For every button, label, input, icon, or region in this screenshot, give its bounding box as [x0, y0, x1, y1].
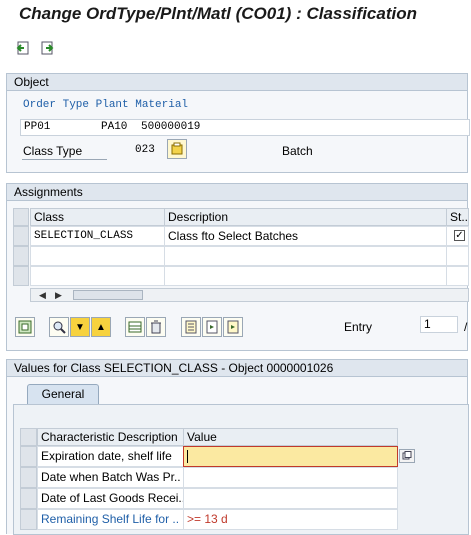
- application-toolbar: [0, 30, 471, 66]
- class-type-description: Batch: [282, 144, 313, 158]
- row-selector[interactable]: [13, 226, 29, 246]
- table-row-description-cell[interactable]: [164, 246, 447, 266]
- next-icon[interactable]: [223, 317, 243, 337]
- find-icon[interactable]: [49, 317, 69, 337]
- table-row-status-cell[interactable]: ✓: [446, 226, 469, 246]
- characteristic-value-input[interactable]: [183, 467, 398, 488]
- select-all-rows[interactable]: [20, 428, 37, 446]
- scroll-down-icon[interactable]: ▼: [70, 317, 90, 337]
- overview-icon[interactable]: [181, 317, 201, 337]
- row-selector[interactable]: [20, 488, 37, 509]
- entry-label: Entry: [344, 320, 373, 334]
- scroll-right-icon[interactable]: ▶: [55, 290, 62, 301]
- details-icon[interactable]: [15, 317, 35, 337]
- row-selector[interactable]: [20, 467, 37, 488]
- table-row-status-cell[interactable]: [446, 246, 469, 266]
- select-all-rows[interactable]: [13, 208, 29, 226]
- table-row-class-cell[interactable]: [30, 266, 165, 286]
- table-row-description-cell[interactable]: [164, 266, 447, 286]
- row-selector[interactable]: [20, 509, 37, 530]
- text-cursor: [187, 450, 188, 463]
- back-icon[interactable]: [14, 39, 32, 57]
- entry-input[interactable]: 1: [420, 316, 458, 333]
- characteristic-description: Date of Last Goods Recei..: [37, 488, 184, 509]
- value-help-icon[interactable]: [399, 449, 415, 463]
- table-row-description-cell[interactable]: Class fto Select Batches: [164, 226, 447, 246]
- class-type-label: Class Type: [23, 144, 83, 158]
- values-section-title: Values for Class SELECTION_CLASS - Objec…: [7, 360, 467, 377]
- delete-row-icon[interactable]: [146, 317, 166, 337]
- characteristic-description: Date when Batch Was Pr..: [37, 467, 184, 488]
- horizontal-scrollbar[interactable]: ◀ ▶: [30, 288, 469, 302]
- class-type-search-icon[interactable]: [167, 139, 187, 159]
- characteristic-value-input[interactable]: >= 13 d: [183, 509, 398, 530]
- table-row-class-cell[interactable]: [30, 246, 165, 266]
- column-header-description[interactable]: Description: [164, 208, 447, 226]
- scroll-left-icon[interactable]: ◀: [39, 290, 46, 301]
- entry-total: /: [464, 320, 468, 334]
- column-header-value[interactable]: Value: [183, 428, 398, 446]
- values-panel: Values for Class SELECTION_CLASS - Objec…: [6, 359, 469, 535]
- display-icon[interactable]: [202, 317, 222, 337]
- object-key-values-field: PP01 PA10 500000019: [20, 119, 470, 136]
- characteristic-value-input[interactable]: [183, 446, 398, 467]
- row-selector[interactable]: [13, 266, 29, 286]
- assignments-panel: Assignments Class Description St.. SELEC…: [6, 183, 469, 351]
- title-bar: Change OrdType/Plnt/Matl (CO01) : Classi…: [0, 0, 471, 30]
- characteristic-description: Remaining Shelf Life for ..: [37, 509, 184, 530]
- tab-general[interactable]: General: [27, 384, 99, 404]
- class-type-value: 023: [135, 144, 155, 156]
- plant-value: PA10: [101, 121, 128, 133]
- order-type-value: PP01: [24, 121, 51, 133]
- table-row-status-cell[interactable]: [446, 266, 469, 286]
- row-selector[interactable]: [13, 246, 29, 266]
- assignments-section-title: Assignments: [7, 184, 467, 201]
- window-title: Change OrdType/Plnt/Matl (CO01) : Classi…: [19, 4, 417, 23]
- table-row-class-cell[interactable]: SELECTION_CLASS: [30, 226, 165, 246]
- object-panel: Object Order Type Plant Material PP01 PA…: [6, 73, 470, 173]
- scroll-thumb[interactable]: [73, 290, 143, 300]
- column-header-class[interactable]: Class: [30, 208, 165, 226]
- scroll-up-icon[interactable]: ▲: [91, 317, 111, 337]
- column-header-characteristic[interactable]: Characteristic Description: [37, 428, 184, 446]
- status-checkbox[interactable]: ✓: [454, 230, 465, 241]
- object-section-title: Object: [7, 74, 467, 91]
- material-value: 500000019: [141, 121, 201, 133]
- insert-row-icon[interactable]: [125, 317, 145, 337]
- object-key-header: Order Type Plant Material: [23, 99, 189, 111]
- column-header-status[interactable]: St..: [446, 208, 469, 226]
- row-selector[interactable]: [20, 446, 37, 467]
- characteristic-description: Expiration date, shelf life: [37, 446, 184, 467]
- forward-icon[interactable]: [38, 39, 56, 57]
- characteristic-value-input[interactable]: [183, 488, 398, 509]
